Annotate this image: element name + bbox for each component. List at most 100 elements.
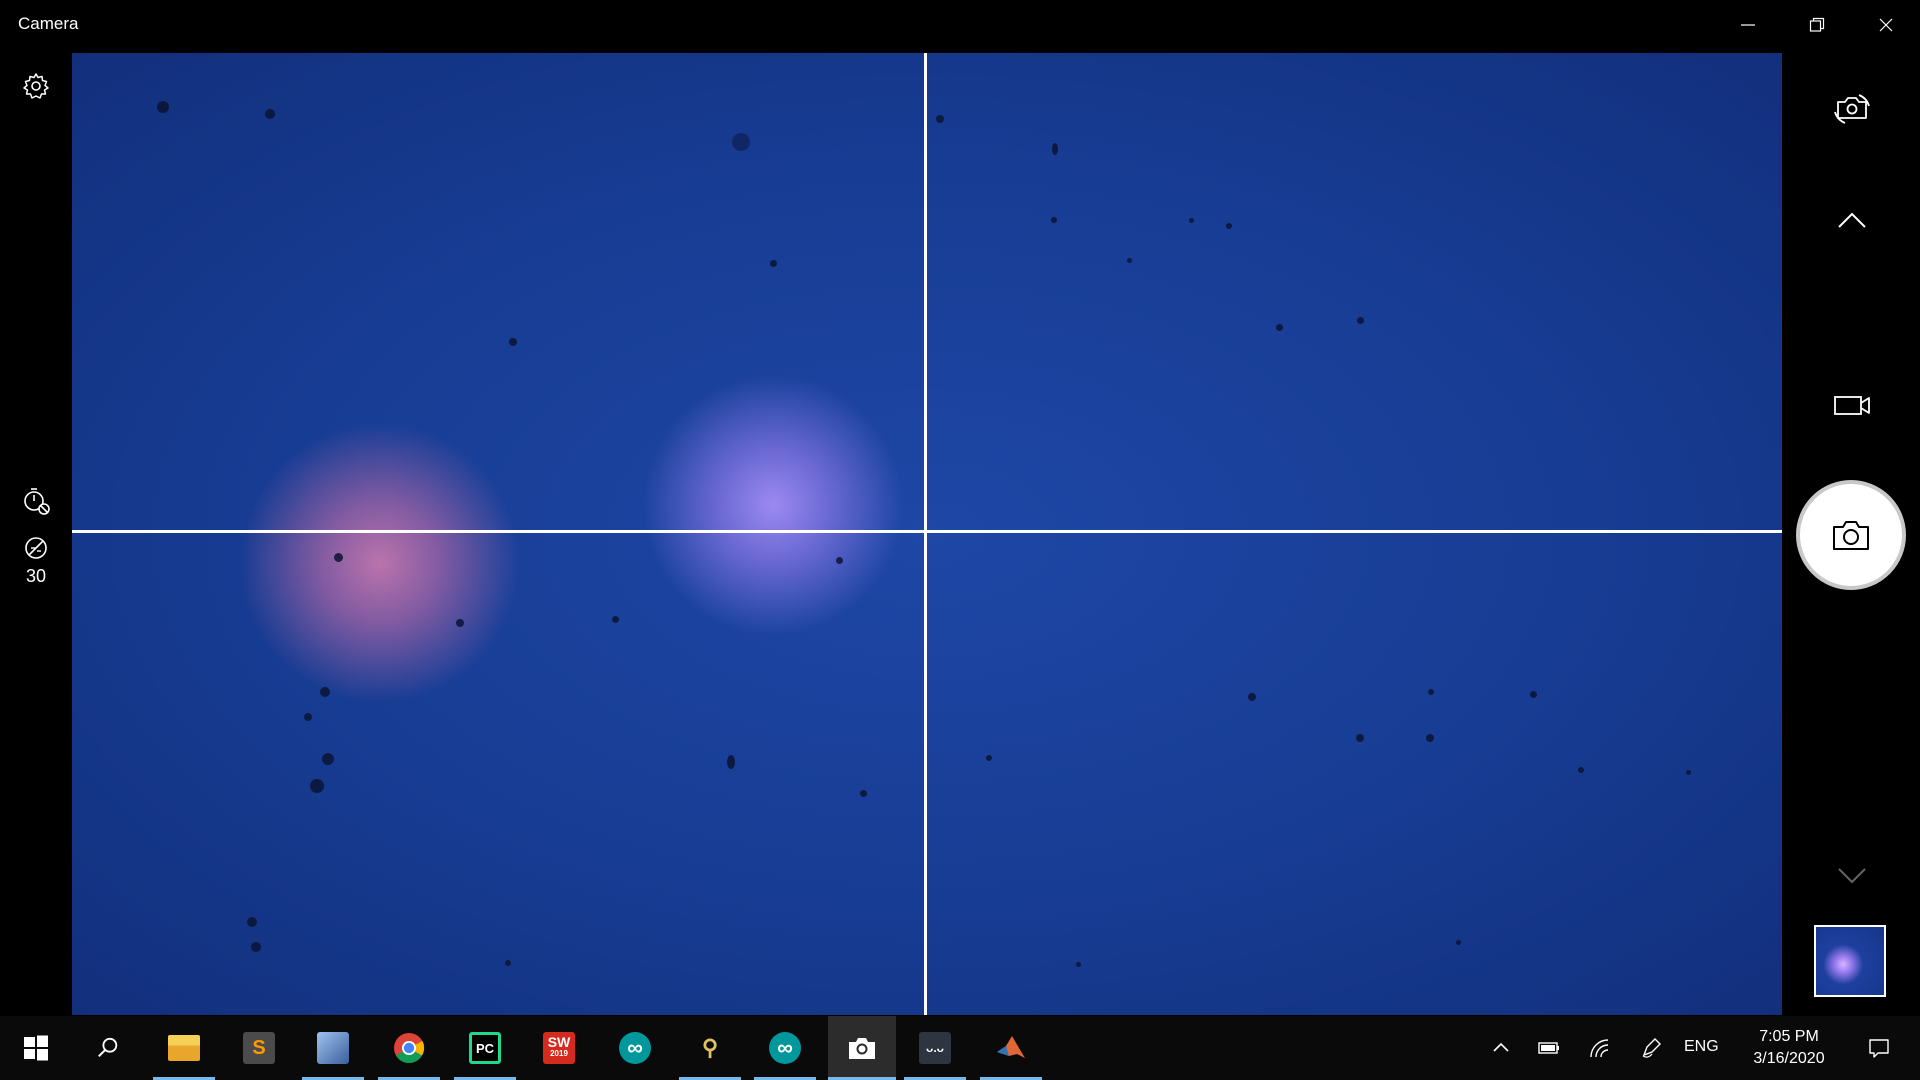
search-button[interactable] — [77, 1016, 139, 1080]
close-icon — [1879, 18, 1892, 32]
particle — [1428, 689, 1434, 695]
particle — [1686, 770, 1691, 775]
particle — [836, 557, 843, 564]
window-title: Camera — [18, 14, 79, 33]
photo-timer-button[interactable] — [18, 482, 54, 518]
gear-icon — [23, 73, 49, 99]
settings-button[interactable] — [18, 68, 54, 104]
chevron-down-icon — [1838, 868, 1866, 884]
taskbar-file-explorer[interactable] — [153, 1016, 215, 1080]
particle — [1530, 691, 1537, 698]
taskbar-matlab[interactable] — [980, 1016, 1042, 1080]
particle — [1356, 734, 1364, 742]
app-icon — [317, 1032, 349, 1064]
taskbar-pycharm[interactable]: PC — [454, 1016, 516, 1080]
close-button[interactable] — [1851, 0, 1920, 50]
pen-workspace-button[interactable] — [1636, 1016, 1666, 1080]
taskbar-arduino[interactable]: ∞ — [604, 1016, 666, 1080]
start-button[interactable] — [5, 1016, 67, 1080]
app-icon: ⚲ — [701, 1035, 719, 1060]
left-rail: 30 — [0, 50, 72, 1016]
clock[interactable]: 7:05 PM 3/16/2020 — [1724, 1026, 1854, 1070]
particle — [936, 115, 944, 123]
particle — [1426, 734, 1434, 742]
mode-down-button[interactable] — [1827, 850, 1877, 900]
app-icon: ᴗ.ᴗ — [919, 1032, 951, 1064]
show-hidden-icons-button[interactable] — [1486, 1016, 1516, 1080]
solidworks-year: 2019 — [550, 1049, 568, 1058]
minimize-icon — [1740, 24, 1755, 26]
particle — [1248, 693, 1256, 701]
video-camera-icon — [1834, 396, 1870, 415]
notification-icon — [1869, 1039, 1889, 1058]
take-photo-button[interactable] — [1796, 480, 1906, 590]
particle — [1189, 218, 1194, 223]
pen-icon — [1642, 1038, 1661, 1058]
taskbar-solidworks[interactable]: SW 2019 — [528, 1016, 590, 1080]
search-icon — [98, 1037, 118, 1058]
video-mode-button[interactable] — [1827, 380, 1877, 430]
particle — [304, 713, 312, 721]
particle — [1226, 223, 1232, 229]
battery-button[interactable] — [1534, 1016, 1564, 1080]
switch-camera-button[interactable] — [1827, 83, 1877, 133]
windows-start-icon — [24, 1035, 48, 1061]
switch-camera-icon — [1834, 94, 1870, 124]
brightness-icon — [25, 537, 47, 559]
restore-icon — [1809, 17, 1824, 32]
taskbar-app[interactable]: ᴗ.ᴗ — [904, 1016, 966, 1080]
title-bar: Camera — [0, 0, 1920, 50]
solidworks-icon: SW 2019 — [543, 1032, 575, 1064]
file-explorer-icon — [168, 1035, 200, 1061]
particle — [265, 109, 275, 119]
particle — [1357, 317, 1364, 324]
camera-icon — [849, 1038, 875, 1059]
mode-up-button[interactable] — [1827, 196, 1877, 246]
sublime-text-icon: S — [243, 1032, 275, 1064]
particle — [770, 260, 777, 267]
chrome-icon — [394, 1033, 425, 1064]
arduino-icon: ∞ — [769, 1032, 801, 1064]
particle — [1456, 940, 1461, 945]
input-language[interactable]: ENG — [1684, 1038, 1719, 1056]
pycharm-icon: PC — [469, 1032, 501, 1064]
particle — [320, 687, 330, 697]
particle — [157, 101, 169, 113]
last-photo-thumbnail[interactable] — [1814, 925, 1886, 997]
particle — [1052, 143, 1058, 155]
brightness-button[interactable] — [18, 530, 54, 566]
particle — [1276, 324, 1283, 331]
minimize-button[interactable] — [1713, 0, 1782, 50]
grid-line-horizontal — [72, 530, 1782, 533]
particle — [727, 755, 735, 769]
particle — [986, 755, 992, 761]
chevron-up-icon — [1493, 1042, 1509, 1052]
camera-viewfinder[interactable] — [72, 53, 1782, 1015]
wifi-icon — [1590, 1039, 1609, 1058]
solidworks-label: SW — [547, 1034, 571, 1050]
particle — [860, 790, 867, 797]
taskbar-app[interactable] — [302, 1016, 364, 1080]
chevron-up-icon — [1838, 212, 1866, 228]
particle — [1578, 767, 1584, 773]
taskbar-camera[interactable] — [828, 1016, 896, 1080]
particle — [505, 960, 511, 966]
arduino-icon: ∞ — [619, 1032, 651, 1064]
clock-date: 3/16/2020 — [1753, 1050, 1825, 1067]
matlab-icon — [997, 1036, 1025, 1058]
taskbar-sublime-text[interactable]: S — [228, 1016, 290, 1080]
taskbar-arduino-2[interactable]: ∞ — [754, 1016, 816, 1080]
restore-button[interactable] — [1782, 0, 1851, 50]
action-center-button[interactable] — [1854, 1016, 1904, 1080]
particle — [732, 133, 750, 151]
taskbar: S PC SW 2019 ∞ ⚲ ∞ ᴗ.ᴗ ENG 7:05 PM 3/16/… — [0, 1016, 1920, 1080]
taskbar-app[interactable]: ⚲ — [679, 1016, 741, 1080]
particle — [322, 753, 334, 765]
taskbar-chrome[interactable] — [378, 1016, 440, 1080]
particle — [509, 338, 517, 346]
particle — [612, 616, 619, 623]
network-button[interactable] — [1584, 1016, 1614, 1080]
timer-off-icon — [24, 488, 50, 515]
right-rail — [1782, 50, 1920, 1016]
particle — [1051, 217, 1057, 223]
